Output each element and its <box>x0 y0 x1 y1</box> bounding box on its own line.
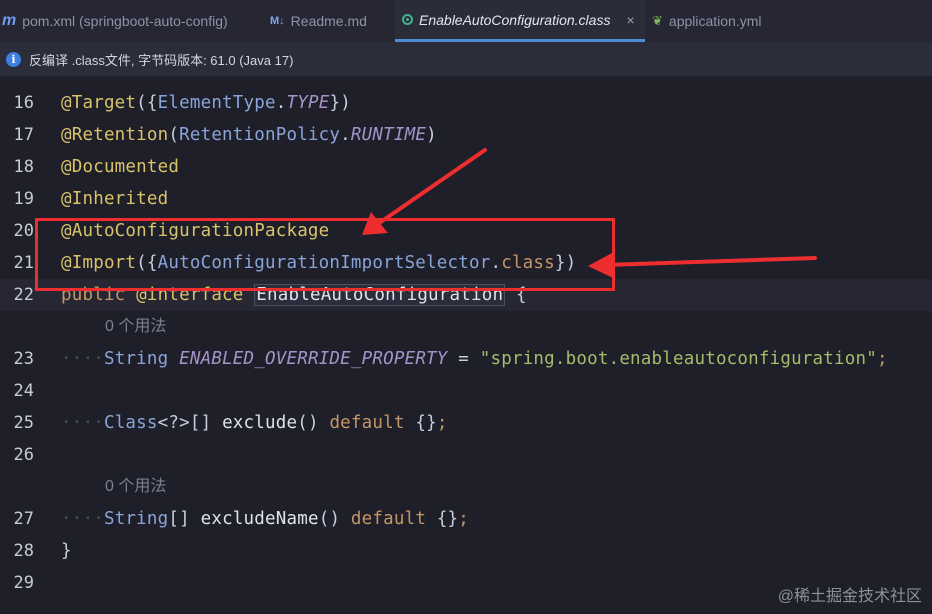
tab-pom-xml[interactable]: m pom.xml (springboot-auto-config) <box>2 0 252 42</box>
tab-label: Readme.md <box>290 13 367 29</box>
watermark: @稀土掘金技术社区 <box>777 588 922 605</box>
line-number: 18 <box>13 157 34 177</box>
code-text: ····String[] excludeName() default {}; <box>61 509 470 529</box>
tab-readme[interactable]: M↓ Readme.md <box>270 0 390 42</box>
info-icon: i <box>6 51 21 67</box>
code-line: 21 @Import({AutoConfigurationImportSelec… <box>0 247 932 279</box>
code-text: public @interface EnableAutoConfiguratio… <box>61 284 527 306</box>
line-number: 21 <box>13 253 34 273</box>
line-number: 22 <box>13 285 34 305</box>
code-line: 19 @Inherited <box>0 183 932 215</box>
line-number: 25 <box>13 413 34 433</box>
line-number: 23 <box>13 349 34 369</box>
usage-hint-line: 0 个用法 <box>0 311 932 343</box>
line-number: 17 <box>13 125 34 145</box>
code-line-current: 22 public @interface EnableAutoConfigura… <box>0 279 932 311</box>
usage-hint-line: 0 个用法 <box>0 471 932 503</box>
code-line: 28 } <box>0 535 932 567</box>
markdown-icon: M↓ <box>270 15 285 27</box>
code-line: 18 @Documented <box>0 151 932 183</box>
code-text: @AutoConfigurationPackage <box>61 221 330 241</box>
code-line: 16 @Target({ElementType.TYPE}) <box>0 87 932 119</box>
tab-label: EnableAutoConfiguration.class <box>419 11 611 28</box>
line-number: 27 <box>13 509 34 529</box>
line-number: 20 <box>13 221 34 241</box>
code-line: 27 ····String[] excludeName() default {}… <box>0 503 932 535</box>
code-editor[interactable]: 16 @Target({ElementType.TYPE}) 17 @Reten… <box>0 77 932 614</box>
class-file-icon <box>402 14 413 25</box>
code-text: @Documented <box>61 157 180 177</box>
caret-identifier: EnableAutoConfiguration <box>254 284 506 306</box>
tab-label: pom.xml (springboot-auto-config) <box>22 13 228 29</box>
maven-icon: m <box>2 12 17 29</box>
line-number: 19 <box>13 189 34 209</box>
code-line: 26 <box>0 439 932 471</box>
decompiled-class-banner: i 反编译 .class文件, 字节码版本: 61.0 (Java 17) <box>0 42 932 77</box>
spring-leaf-icon: ❦ <box>652 13 663 28</box>
code-text: ····String ENABLED_OVERRIDE_PROPERTY = "… <box>61 349 888 369</box>
code-text: @Target({ElementType.TYPE}) <box>61 93 351 113</box>
code-text: } <box>61 541 72 561</box>
line-number: 24 <box>13 381 34 401</box>
code-text: @Retention(RetentionPolicy.RUNTIME) <box>61 125 437 145</box>
editor-tab-bar: m pom.xml (springboot-auto-config) M↓ Re… <box>0 0 932 42</box>
usage-hint[interactable]: 0 个用法 <box>105 311 166 343</box>
tab-application-yml[interactable]: ❦ application.yml <box>652 0 792 42</box>
close-icon[interactable]: × <box>626 12 634 28</box>
code-line: 17 @Retention(RetentionPolicy.RUNTIME) <box>0 119 932 151</box>
code-text: ····Class<?>[] exclude() default {}; <box>61 413 448 433</box>
tab-enable-auto-configuration[interactable]: EnableAutoConfiguration.class × <box>395 0 645 42</box>
code-line: 23 ····String ENABLED_OVERRIDE_PROPERTY … <box>0 343 932 375</box>
line-number: 28 <box>13 541 34 561</box>
line-number: 26 <box>13 445 34 465</box>
code-line: 25 ····Class<?>[] exclude() default {}; <box>0 407 932 439</box>
line-number: 29 <box>13 573 34 593</box>
line-number: 16 <box>13 93 34 113</box>
banner-text: 反编译 .class文件, 字节码版本: 61.0 (Java 17) <box>29 52 294 68</box>
tab-label: application.yml <box>668 13 762 29</box>
code-text: @Inherited <box>61 189 169 209</box>
usage-hint[interactable]: 0 个用法 <box>105 471 166 503</box>
code-line: 20 @AutoConfigurationPackage <box>0 215 932 247</box>
code-line: 24 <box>0 375 932 407</box>
code-text: @Import({AutoConfigurationImportSelector… <box>61 253 577 273</box>
